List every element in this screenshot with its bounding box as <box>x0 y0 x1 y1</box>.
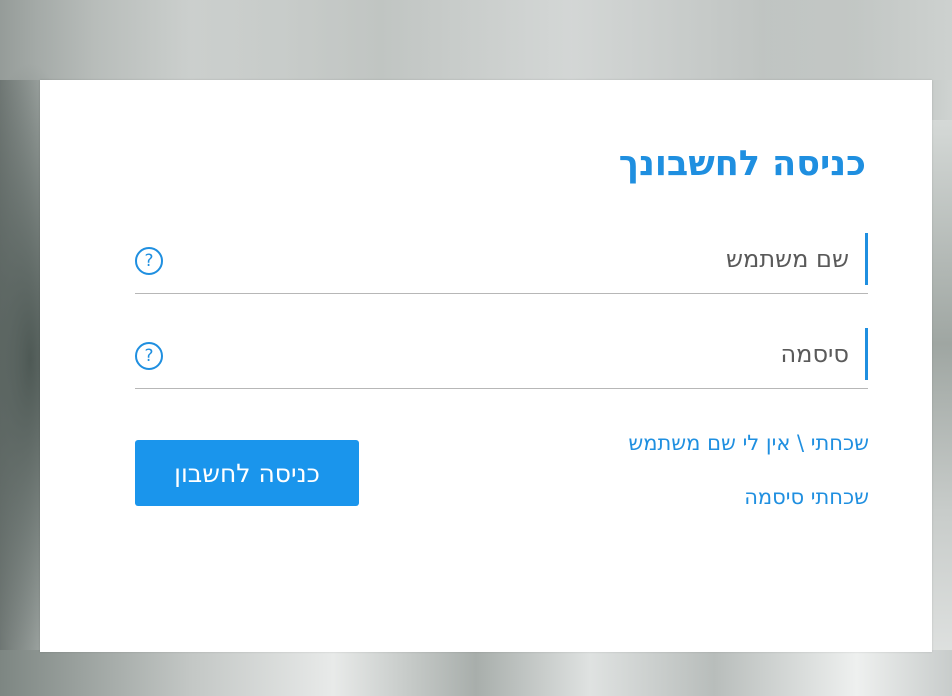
background-shape-top <box>0 0 952 80</box>
forgot-username-link[interactable]: שכחתי \ אין לי שם משתמש <box>628 431 869 455</box>
login-title: כניסה לחשבונך <box>618 144 866 184</box>
password-field-group: ? <box>135 328 868 389</box>
password-help-icon[interactable]: ? <box>135 342 163 370</box>
username-help-icon[interactable]: ? <box>135 247 163 275</box>
password-input[interactable] <box>228 328 868 380</box>
login-submit-button[interactable]: כניסה לחשבון <box>135 440 359 506</box>
username-input[interactable] <box>228 233 868 285</box>
login-card: כניסה לחשבונך ? ? שכחתי \ אין לי שם משתמ… <box>40 80 932 652</box>
username-field-group: ? <box>135 233 868 294</box>
background-shape-bottom <box>0 650 952 696</box>
forgot-password-link[interactable]: שכחתי סיסמה <box>744 485 869 509</box>
